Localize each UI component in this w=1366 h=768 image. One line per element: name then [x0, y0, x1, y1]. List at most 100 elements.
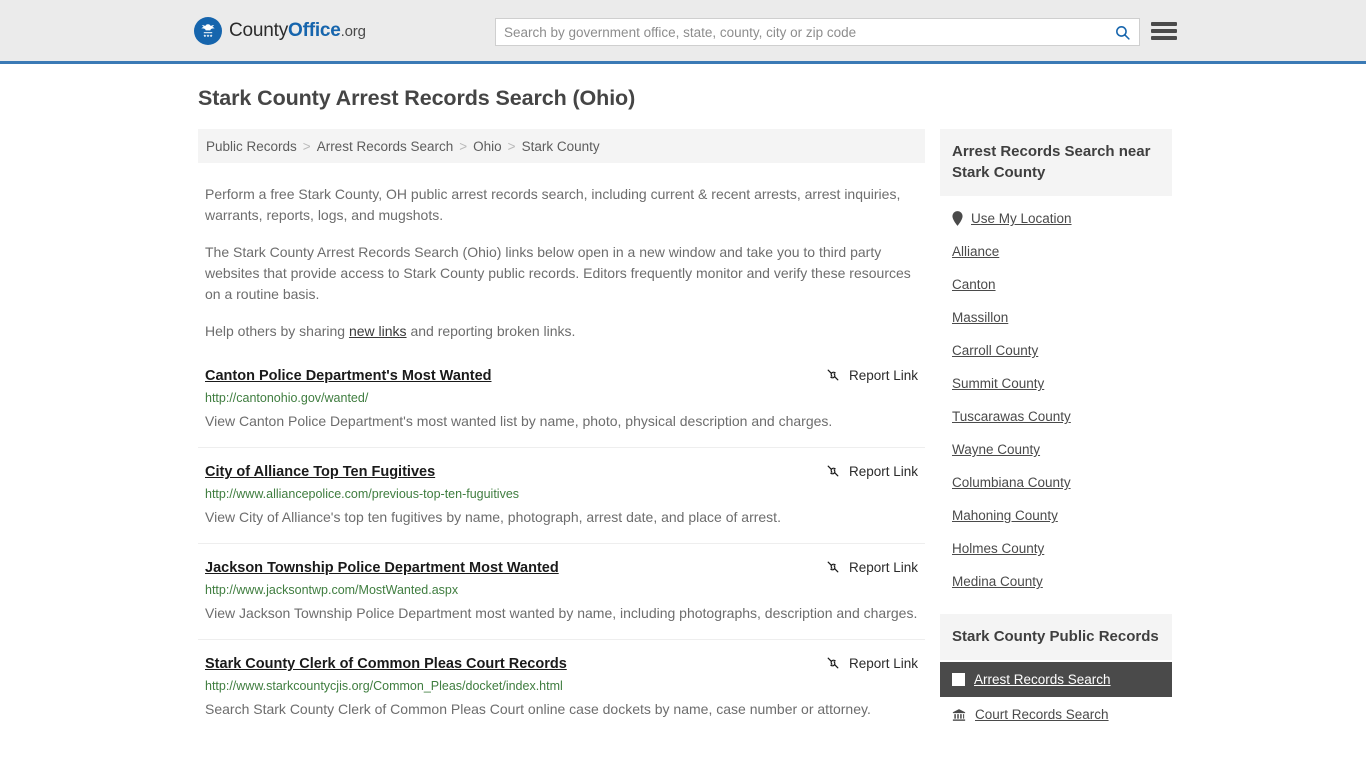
result-title-link[interactable]: Stark County Clerk of Common Pleas Court…: [205, 654, 567, 674]
sidebar-item-alliance[interactable]: Alliance: [940, 235, 1172, 268]
main-column: Public Records > Arrest Records Search >…: [198, 129, 925, 735]
report-link-label: Report Link: [848, 559, 918, 575]
result-item: Stark County Clerk of Common Pleas Court…: [198, 639, 925, 735]
intro-p3-after: and reporting broken links.: [406, 323, 576, 339]
search-input[interactable]: [496, 19, 1105, 45]
result-description: Search Stark County Clerk of Common Plea…: [205, 701, 871, 717]
search-icon[interactable]: [1105, 19, 1139, 45]
breadcrumb-separator: >: [507, 138, 516, 154]
breadcrumb-item-arrest-records-search[interactable]: Arrest Records Search: [317, 139, 454, 154]
sidebar-item-wayne-county[interactable]: Wayne County: [940, 433, 1172, 466]
broken-link-icon: [827, 657, 839, 669]
breadcrumb-item-stark-county: Stark County: [521, 138, 600, 154]
logo-text-office: Office: [288, 19, 341, 41]
sidebar: Arrest Records Search near Stark County …: [940, 129, 1172, 732]
sidebar-link-label: Medina County: [952, 574, 1043, 589]
sidebar-record-label: Arrest Records Search: [974, 672, 1111, 687]
sidebar-link-label: Canton: [952, 277, 996, 292]
white-square-icon: [952, 673, 965, 686]
result-item: City of Alliance Top Ten Fugitives Repor…: [198, 447, 925, 543]
sidebar-item-columbiana-county[interactable]: Columbiana County: [940, 466, 1172, 499]
result-description: View Jackson Township Police Department …: [205, 605, 918, 621]
sidebar-link-label: Massillon: [952, 310, 1009, 325]
hamburger-bar-1: [1151, 22, 1177, 26]
sidebar-record-label: Court Records Search: [975, 707, 1109, 722]
result-url[interactable]: http://www.alliancepolice.com/previous-t…: [205, 485, 918, 503]
logo-text-org: .org: [340, 22, 366, 40]
sidebar-item-massillon[interactable]: Massillon: [940, 301, 1172, 334]
result-title-link[interactable]: City of Alliance Top Ten Fugitives: [205, 462, 435, 482]
result-header: Canton Police Department's Most Wanted R…: [205, 366, 918, 386]
intro-text: Perform a free Stark County, OH public a…: [198, 184, 925, 342]
sidebar-link-label: Columbiana County: [952, 475, 1071, 490]
sidebar-link-label: Wayne County: [952, 442, 1041, 457]
sidebar-item-tuscarawas-county[interactable]: Tuscarawas County: [940, 400, 1172, 433]
hamburger-bar-3: [1151, 36, 1177, 40]
report-link-button[interactable]: Report Link: [825, 558, 918, 575]
results-list: Canton Police Department's Most Wanted R…: [198, 362, 925, 735]
hamburger-bar-2: [1151, 29, 1177, 33]
broken-link-icon: [827, 465, 839, 477]
eagle-shield-icon: [194, 16, 222, 45]
content-columns: Public Records > Arrest Records Search >…: [198, 129, 1366, 735]
result-url[interactable]: http://cantonohio.gov/wanted/: [205, 389, 918, 407]
sidebar-item-summit-county[interactable]: Summit County: [940, 367, 1172, 400]
report-link-button[interactable]: Report Link: [825, 654, 918, 671]
hamburger-menu-icon[interactable]: [1151, 20, 1177, 42]
sidebar-item-mahoning-county[interactable]: Mahoning County: [940, 499, 1172, 532]
sidebar-public-records-list: Arrest Records Search Court Records Sear…: [940, 662, 1172, 732]
logo-text-county: County: [229, 19, 289, 41]
report-link-label: Report Link: [848, 463, 918, 479]
result-header: Stark County Clerk of Common Pleas Court…: [205, 654, 918, 674]
sidebar-nearby-links: Use My Location Alliance Canton Massillo…: [940, 196, 1172, 598]
result-item: Canton Police Department's Most Wanted R…: [198, 362, 925, 447]
breadcrumb-item-public-records[interactable]: Public Records: [206, 139, 297, 154]
sidebar-use-my-location-label: Use My Location: [971, 211, 1072, 226]
breadcrumb-separator: >: [302, 138, 311, 154]
broken-link-icon: [827, 369, 839, 381]
sidebar-link-label: Mahoning County: [952, 508, 1058, 523]
breadcrumb-item-ohio[interactable]: Ohio: [473, 139, 502, 154]
map-pin-icon: [952, 211, 963, 226]
breadcrumb-separator: >: [459, 138, 468, 154]
sidebar-link-label: Alliance: [952, 244, 1000, 259]
report-link-label: Report Link: [848, 367, 918, 383]
logo-text: CountyOffice.org: [229, 20, 366, 42]
result-url[interactable]: http://www.jacksontwp.com/MostWanted.asp…: [205, 581, 918, 599]
result-title-link[interactable]: Jackson Township Police Department Most …: [205, 558, 559, 578]
sidebar-item-holmes-county[interactable]: Holmes County: [940, 532, 1172, 565]
intro-paragraph-2: The Stark County Arrest Records Search (…: [205, 244, 911, 302]
broken-link-icon: [827, 561, 839, 573]
sidebar-link-label: Summit County: [952, 376, 1045, 391]
sidebar-link-label: Holmes County: [952, 541, 1045, 556]
new-links-link[interactable]: new links: [349, 323, 407, 339]
sidebar-item-carroll-county[interactable]: Carroll County: [940, 334, 1172, 367]
sidebar-item-arrest-records-search[interactable]: Arrest Records Search: [940, 662, 1172, 697]
result-description: View Canton Police Department's most wan…: [205, 413, 833, 429]
sidebar-item-medina-county[interactable]: Medina County: [940, 565, 1172, 598]
site-header: CountyOffice.org: [0, 0, 1366, 64]
result-title-link[interactable]: Canton Police Department's Most Wanted: [205, 366, 492, 386]
result-item: Jackson Township Police Department Most …: [198, 543, 925, 639]
sidebar-item-canton[interactable]: Canton: [940, 268, 1172, 301]
search-bar[interactable]: [495, 18, 1140, 46]
report-link-button[interactable]: Report Link: [825, 366, 918, 383]
result-url[interactable]: http://www.starkcountycjis.org/Common_Pl…: [205, 677, 918, 695]
courthouse-icon: [952, 708, 966, 721]
sidebar-divider: [940, 598, 1172, 614]
sidebar-link-label: Carroll County: [952, 343, 1039, 358]
sidebar-nearby-heading: Arrest Records Search near Stark County: [940, 129, 1172, 196]
report-link-label: Report Link: [848, 655, 918, 671]
sidebar-use-my-location[interactable]: Use My Location: [940, 202, 1172, 235]
breadcrumb: Public Records > Arrest Records Search >…: [198, 129, 925, 163]
result-header: City of Alliance Top Ten Fugitives Repor…: [205, 462, 918, 482]
intro-paragraph-1: Perform a free Stark County, OH public a…: [205, 186, 901, 223]
result-header: Jackson Township Police Department Most …: [205, 558, 918, 578]
sidebar-item-court-records-search[interactable]: Court Records Search: [940, 697, 1172, 732]
page-body: Stark County Arrest Records Search (Ohio…: [0, 64, 1366, 735]
sidebar-link-label: Tuscarawas County: [952, 409, 1071, 424]
page-title: Stark County Arrest Records Search (Ohio…: [198, 86, 636, 110]
report-link-button[interactable]: Report Link: [825, 462, 918, 479]
intro-paragraph-3: Help others by sharing new links and rep…: [205, 321, 918, 342]
site-logo[interactable]: CountyOffice.org: [194, 16, 366, 45]
